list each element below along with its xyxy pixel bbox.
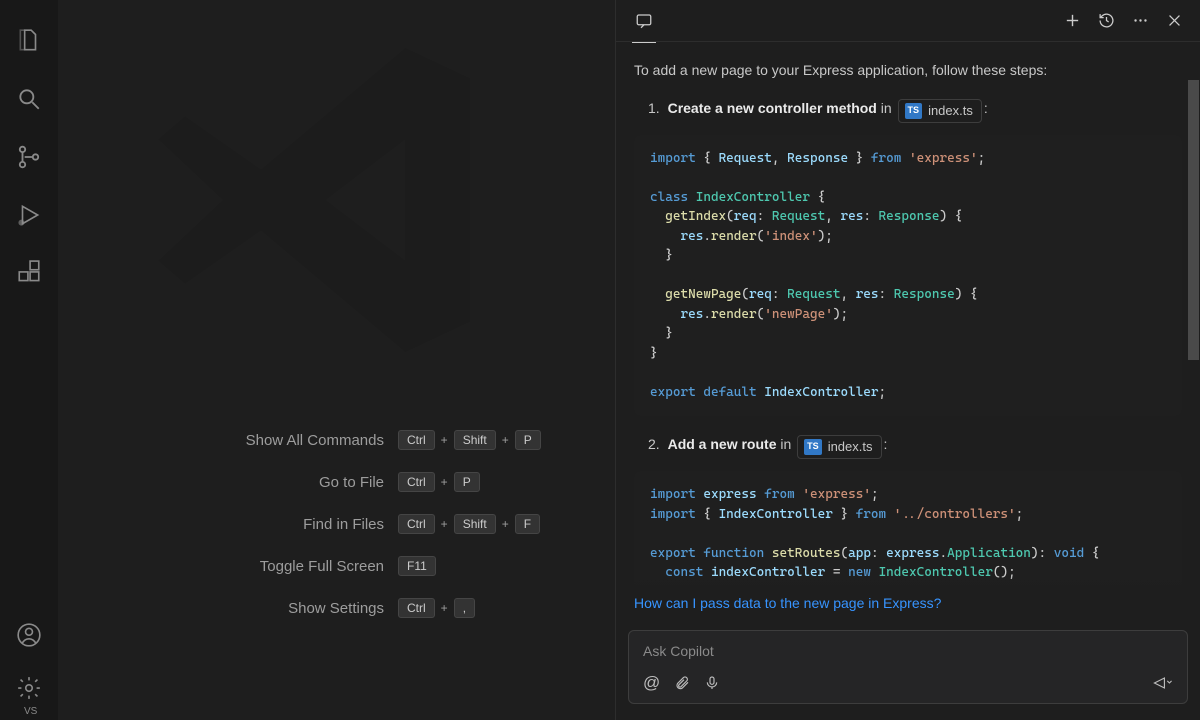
- shortcut-row: Show All Commands Ctrl+Shift+P: [118, 430, 558, 450]
- file-name: index.ts: [828, 437, 873, 457]
- key: F: [515, 514, 540, 534]
- shortcut-row: Go to File Ctrl+P: [118, 472, 558, 492]
- more-icon[interactable]: [1128, 9, 1152, 33]
- file-name: index.ts: [928, 101, 973, 121]
- source-control-icon[interactable]: [0, 128, 58, 186]
- chat-tab-icon[interactable]: [630, 7, 658, 35]
- shortcut-label: Show Settings: [118, 600, 384, 617]
- key: P: [515, 430, 541, 450]
- chat-input-placeholder: Ask Copilot: [643, 643, 1173, 659]
- send-button[interactable]: [1153, 675, 1173, 691]
- scrollbar-thumb[interactable]: [1188, 80, 1199, 360]
- vs-badge: vs: [24, 706, 37, 717]
- accounts-icon[interactable]: [0, 606, 58, 664]
- key: Shift: [454, 514, 496, 534]
- shortcut-row: Find in Files Ctrl+Shift+F: [118, 514, 558, 534]
- key: Ctrl: [398, 430, 435, 450]
- chat-input-toolbar: @: [643, 673, 1173, 693]
- chat-input[interactable]: Ask Copilot @: [628, 630, 1188, 704]
- code-block-2: import express from 'express'; import { …: [634, 471, 1182, 597]
- mic-icon[interactable]: [704, 675, 720, 691]
- key: P: [454, 472, 480, 492]
- history-icon[interactable]: [1094, 9, 1118, 33]
- code-block-1: import { Request, Response } from 'expre…: [634, 135, 1182, 417]
- chat-intro: To add a new page to your Express applic…: [634, 60, 1182, 82]
- file-chip[interactable]: TS index.ts: [898, 99, 982, 123]
- chat-content: To add a new page to your Express applic…: [616, 42, 1200, 620]
- file-chip[interactable]: TS index.ts: [797, 435, 881, 459]
- shortcut-label: Find in Files: [118, 516, 384, 533]
- key: Ctrl: [398, 472, 435, 492]
- shortcut-label: Go to File: [118, 474, 384, 491]
- agent-icon[interactable]: @: [643, 673, 660, 693]
- search-icon[interactable]: [0, 70, 58, 128]
- key: Shift: [454, 430, 496, 450]
- shortcut-label: Toggle Full Screen: [118, 558, 384, 575]
- chat-tabs: [616, 0, 1200, 42]
- vscode-watermark-logo: [128, 10, 508, 390]
- step-1: 1. Create a new controller method in TS …: [634, 98, 1182, 123]
- close-icon[interactable]: [1162, 9, 1186, 33]
- editor-area: Show All Commands Ctrl+Shift+P Go to Fil…: [58, 0, 615, 720]
- extensions-icon[interactable]: [0, 244, 58, 302]
- ts-badge: TS: [905, 103, 923, 119]
- chat-panel: To add a new page to your Express applic…: [615, 0, 1200, 720]
- key: Ctrl: [398, 514, 435, 534]
- ts-badge: TS: [804, 439, 822, 455]
- shortcut-label: Show All Commands: [118, 432, 384, 449]
- activity-bar: vs: [0, 0, 58, 720]
- files-icon[interactable]: [0, 12, 58, 70]
- welcome-shortcuts: Show All Commands Ctrl+Shift+P Go to Fil…: [118, 430, 558, 618]
- attach-icon[interactable]: [674, 675, 690, 691]
- shortcut-row: Toggle Full Screen F11: [118, 556, 558, 576]
- key: Ctrl: [398, 598, 435, 618]
- key: ,: [454, 598, 475, 618]
- run-debug-icon[interactable]: [0, 186, 58, 244]
- shortcut-row: Show Settings Ctrl+,: [118, 598, 558, 618]
- step-2: 2. Add a new route in TS index.ts :: [634, 434, 1182, 459]
- new-chat-button[interactable]: [1060, 9, 1084, 33]
- manage-icon[interactable]: [0, 664, 58, 712]
- key: F11: [398, 556, 436, 576]
